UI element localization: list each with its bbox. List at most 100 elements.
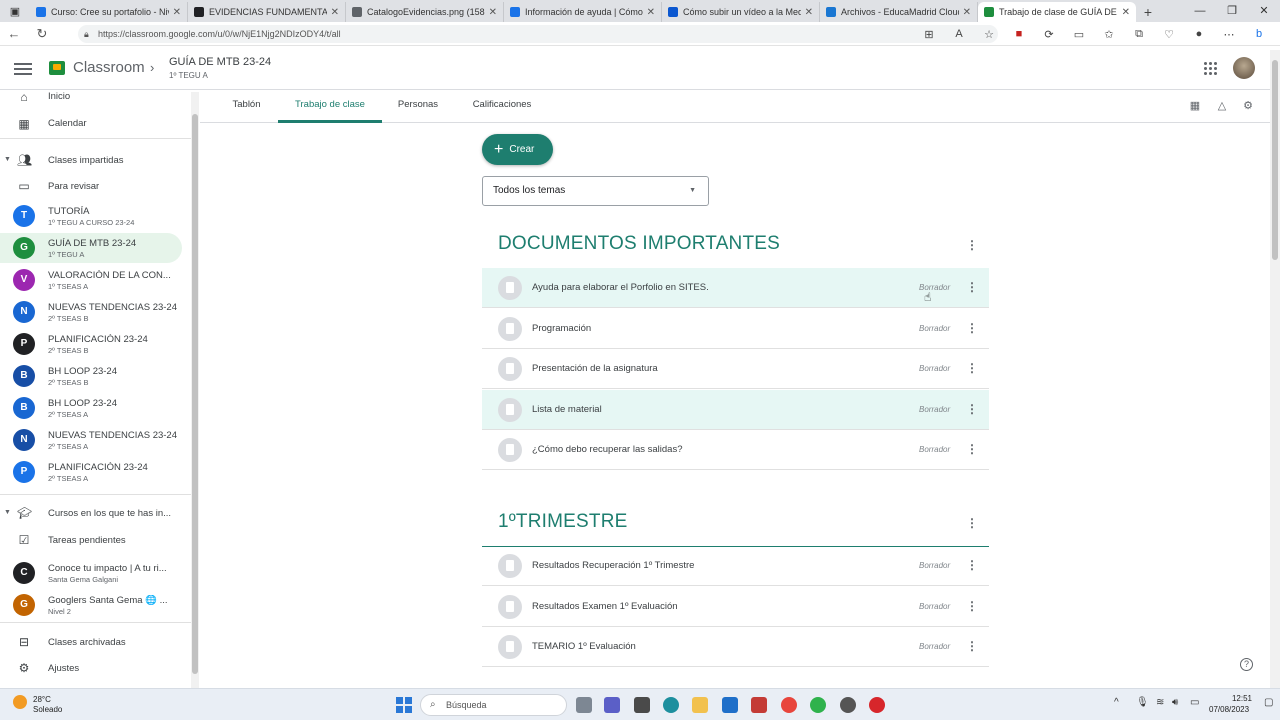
url-field[interactable]: 🔒︎ https://classroom.google.com/u/0/w/Nj… bbox=[78, 25, 998, 43]
sidebar-section-enrolled[interactable]: ▼ 🎓︎ Cursos en los que te has in... bbox=[0, 503, 182, 523]
edge-icon[interactable] bbox=[663, 697, 679, 713]
notification-icon[interactable]: ▢ bbox=[1264, 697, 1273, 708]
close-tab-icon[interactable]: ✕ bbox=[805, 7, 813, 18]
classwork-item[interactable]: Resultados Examen 1º Evaluación Borrador ⋮ bbox=[482, 587, 989, 627]
reload-icon[interactable]: ↻ bbox=[28, 26, 56, 42]
app-icon[interactable] bbox=[840, 697, 856, 713]
sidebar-class-item[interactable]: C Conoce tu impacto | A tu ri... Santa Gem… bbox=[0, 558, 182, 588]
windows-start-icon[interactable] bbox=[396, 697, 412, 713]
calendar-icon[interactable]: ▦ bbox=[1188, 99, 1202, 113]
split-screen-icon[interactable]: ▭ bbox=[1064, 24, 1094, 44]
more-options-icon[interactable]: ⋯ bbox=[1214, 24, 1244, 44]
sidebar-class-item[interactable]: N NUEVAS TENDENCIAS 23-24 2º TSEAS A bbox=[0, 425, 182, 455]
new-tab-button[interactable]: + bbox=[1136, 2, 1160, 22]
sidebar-item-pending[interactable]: ☑ Tareas pendientes bbox=[0, 530, 182, 550]
tab-actions-icon[interactable]: ▣ bbox=[0, 0, 30, 22]
topic-title[interactable]: DOCUMENTOS IMPORTANTES bbox=[498, 233, 780, 255]
classwork-item[interactable]: TEMARIO 1º Evaluación Borrador ⋮ bbox=[482, 627, 989, 668]
sidebar-item-archived[interactable]: ⊟ Clases archivadas bbox=[0, 632, 182, 652]
task-view-icon[interactable] bbox=[576, 697, 592, 713]
item-more-icon[interactable]: ⋮ bbox=[966, 443, 978, 455]
battery-icon[interactable]: ▭ bbox=[1190, 697, 1199, 708]
sidebar-class-item[interactable]: P PLANIFICACIÓN 23-24 2º TSEAS A bbox=[0, 457, 182, 487]
classwork-item[interactable]: ¿Cómo debo recuperar las salidas? Borrado… bbox=[482, 430, 989, 471]
minimize-icon[interactable]: — bbox=[1184, 0, 1216, 22]
drive-icon[interactable]: △ bbox=[1215, 99, 1229, 113]
sidebar-scrollbar[interactable] bbox=[191, 92, 199, 688]
profile-icon[interactable]: ● bbox=[1184, 24, 1214, 44]
item-more-icon[interactable]: ⋮ bbox=[966, 559, 978, 571]
recorder-icon[interactable] bbox=[869, 697, 885, 713]
browser-tab[interactable]: Curso: Cree su portafolio - Nivel ✕ bbox=[30, 2, 188, 22]
show-hidden-icon[interactable]: ^ bbox=[1114, 697, 1119, 708]
browser-essentials-icon[interactable]: ♡ bbox=[1154, 24, 1184, 44]
sidebar-class-item[interactable]: G GUÍA DE MTB 23-24 1º TEGU A bbox=[0, 233, 182, 263]
classwork-item[interactable]: Ayuda para elaborar el Porfolio en SITES… bbox=[482, 268, 989, 308]
avatar[interactable] bbox=[1233, 57, 1255, 79]
file-explorer-icon[interactable] bbox=[692, 697, 708, 713]
close-tab-icon[interactable]: ✕ bbox=[647, 7, 655, 18]
item-more-icon[interactable]: ⋮ bbox=[966, 600, 978, 612]
browser-tab[interactable]: Trabajo de clase de GUÍA DE MT ✕ bbox=[978, 2, 1136, 22]
collapse-caret-icon[interactable]: ▼ bbox=[4, 156, 11, 163]
sidebar-item-to-review[interactable]: ▭ Para revisar bbox=[0, 176, 182, 196]
taskbar-search[interactable]: ⌕ Búsqueda bbox=[420, 694, 567, 716]
item-more-icon[interactable]: ⋮ bbox=[966, 281, 978, 293]
sun-icon[interactable] bbox=[13, 695, 27, 709]
date[interactable]: 07/08/2023 bbox=[1209, 705, 1249, 714]
read-aloud-icon[interactable]: A bbox=[944, 24, 974, 44]
tab-stream[interactable]: Tablón bbox=[220, 90, 273, 123]
main-scrollbar[interactable] bbox=[1270, 50, 1280, 690]
app-available-icon[interactable]: ⊞ bbox=[914, 24, 944, 44]
clock[interactable]: 12:51 bbox=[1222, 694, 1252, 703]
browser-tab[interactable]: EVIDENCIAS FUNDAMENTALES | ✕ bbox=[188, 2, 346, 22]
microphone-icon[interactable]: 🎙︎ bbox=[1136, 697, 1149, 708]
google-apps-icon[interactable] bbox=[1204, 62, 1217, 75]
favorites-icon[interactable]: ✩ bbox=[1094, 24, 1124, 44]
topic-more-icon[interactable]: ⋮ bbox=[966, 517, 978, 529]
maximize-icon[interactable]: ❐ bbox=[1216, 0, 1248, 22]
chrome-icon[interactable] bbox=[781, 697, 797, 713]
create-button[interactable]: + Crear bbox=[482, 134, 553, 165]
close-tab-icon[interactable]: ✕ bbox=[331, 7, 339, 18]
topic-more-icon[interactable]: ⋮ bbox=[966, 239, 978, 251]
browser-tab[interactable]: Información de ayuda | Cómo c ✕ bbox=[504, 2, 662, 22]
item-more-icon[interactable]: ⋮ bbox=[966, 403, 978, 415]
weather-temperature[interactable]: 28°C bbox=[33, 695, 51, 704]
collapse-caret-icon[interactable]: ▼ bbox=[4, 509, 11, 516]
tab-people[interactable]: Personas bbox=[390, 90, 446, 123]
sidebar-class-item[interactable]: B BH LOOP 23-24 2º TSEAS B bbox=[0, 361, 182, 391]
classwork-item[interactable]: Lista de material Borrador ⋮ bbox=[482, 389, 989, 430]
topic-filter-select[interactable]: Todos los temas ▼ bbox=[482, 176, 709, 206]
browser-tab[interactable]: Archivos - EducaMadrid Cloud ✕ bbox=[820, 2, 978, 22]
office-icon[interactable] bbox=[751, 697, 767, 713]
mail-icon[interactable] bbox=[722, 697, 738, 713]
teams-icon[interactable] bbox=[604, 697, 620, 713]
whatsapp-icon[interactable] bbox=[810, 697, 826, 713]
browser-tab[interactable]: CatalogoEvidencias.png (1587x ✕ bbox=[346, 2, 504, 22]
main-menu-icon[interactable] bbox=[14, 60, 32, 76]
class-title[interactable]: GUÍA DE MTB 23-24 bbox=[169, 56, 271, 68]
close-tab-icon[interactable]: ✕ bbox=[963, 7, 971, 18]
gear-icon[interactable]: ⚙ bbox=[1241, 99, 1255, 113]
back-icon[interactable]: ← bbox=[0, 26, 28, 41]
sidebar-class-item[interactable]: G Googlers Santa Gema 🌐 ... Nivel 2 bbox=[0, 590, 182, 620]
close-tab-icon[interactable]: ✕ bbox=[1122, 7, 1130, 18]
favorite-star-icon[interactable]: ☆ bbox=[974, 24, 1004, 44]
sidebar-class-item[interactable]: N NUEVAS TENDENCIAS 23-24 2º TSEAS B bbox=[0, 297, 182, 327]
volume-icon[interactable]: 🔊︎ bbox=[1172, 697, 1178, 708]
sidebar-item-settings[interactable]: ⚙ Ajustes bbox=[0, 658, 182, 678]
close-window-icon[interactable]: ✕ bbox=[1248, 0, 1280, 22]
sidebar-class-item[interactable]: P PLANIFICACIÓN 23-24 2º TSEAS B bbox=[0, 329, 182, 359]
item-more-icon[interactable]: ⋮ bbox=[966, 322, 978, 334]
browser-tab[interactable]: Cómo subir un vídeo a la Media ✕ bbox=[662, 2, 820, 22]
brand-name[interactable]: Classroom bbox=[73, 59, 145, 76]
sidebar-class-item[interactable]: V VALORACIÓN DE LA CON... 1º TSEAS A bbox=[0, 265, 182, 295]
item-more-icon[interactable]: ⋮ bbox=[966, 640, 978, 652]
close-tab-icon[interactable]: ✕ bbox=[489, 7, 497, 18]
weather-description[interactable]: Soleado bbox=[33, 705, 62, 714]
item-more-icon[interactable]: ⋮ bbox=[966, 362, 978, 374]
topic-title[interactable]: 1ºTRIMESTRE bbox=[498, 511, 628, 533]
classwork-item[interactable]: Resultados Recuperación 1º Trimestre Borr… bbox=[482, 546, 989, 586]
copilot-icon[interactable]: b bbox=[1244, 24, 1274, 44]
